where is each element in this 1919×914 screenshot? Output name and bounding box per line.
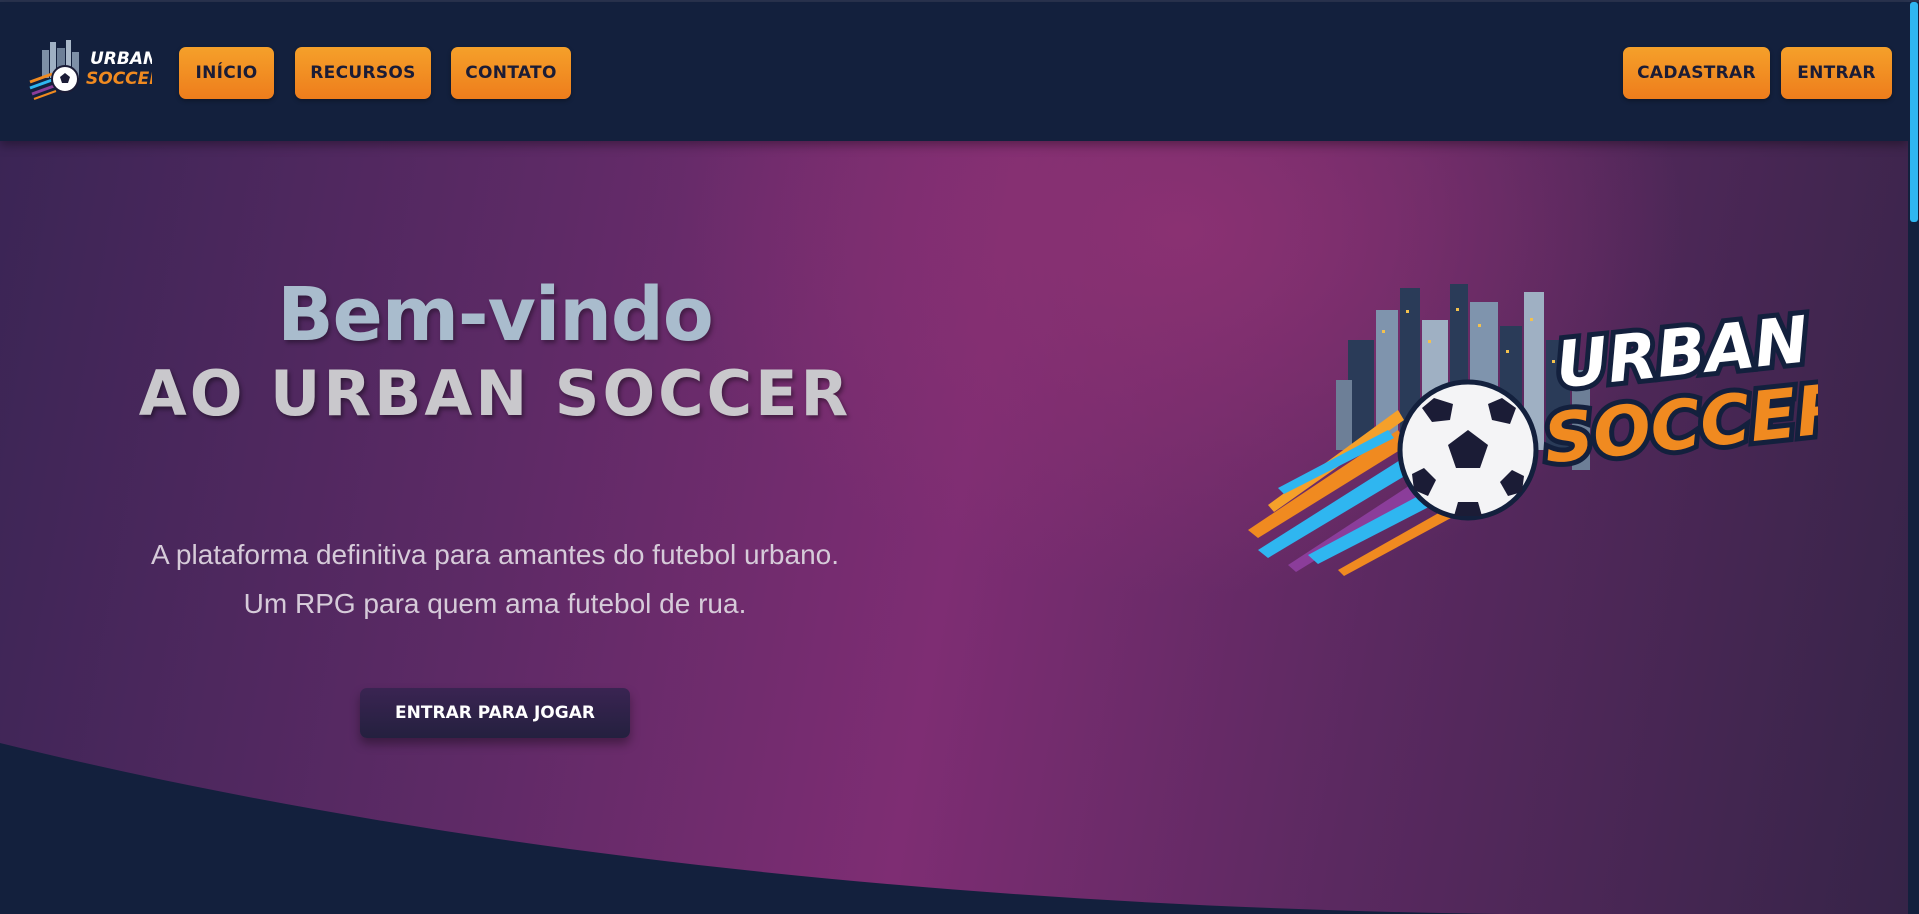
login-button[interactable]: ENTRAR — [1781, 47, 1892, 99]
svg-text:SOCCER: SOCCER — [86, 69, 152, 89]
hero-subtitle: A plataforma definitiva para amantes do … — [151, 539, 839, 619]
nav-link-inicio[interactable]: INÍCIO — [179, 47, 274, 99]
hero-title-welcome: Bem-vindo — [277, 272, 714, 358]
soccer-ball-icon — [1397, 379, 1539, 521]
page: URBAN SOCCER INÍCIO RECURSOS CONTATO CAD… — [0, 0, 1919, 914]
top-navbar: URBAN SOCCER INÍCIO RECURSOS CONTATO CAD… — [0, 2, 1908, 141]
svg-text:URBAN: URBAN — [90, 49, 152, 69]
nav-link-recursos[interactable]: RECURSOS — [295, 47, 431, 99]
hero-title-brand: AO URBAN SOCCER — [138, 357, 852, 430]
logo-soccer-ball-icon — [51, 65, 79, 93]
nav-link-contato[interactable]: CONTATO — [451, 47, 571, 99]
brand-logo[interactable]: URBAN SOCCER — [28, 36, 152, 106]
urban-soccer-wordmark: URBAN URBAN SOCCER SOCCER — [1535, 298, 1818, 484]
signup-button[interactable]: CADASTRAR — [1623, 47, 1770, 99]
scrollbar-thumb[interactable] — [1910, 2, 1918, 222]
play-now-button[interactable]: ENTRAR PARA JOGAR — [360, 688, 630, 738]
hero-logo: URBAN URBAN SOCCER SOCCER — [1248, 284, 1818, 576]
